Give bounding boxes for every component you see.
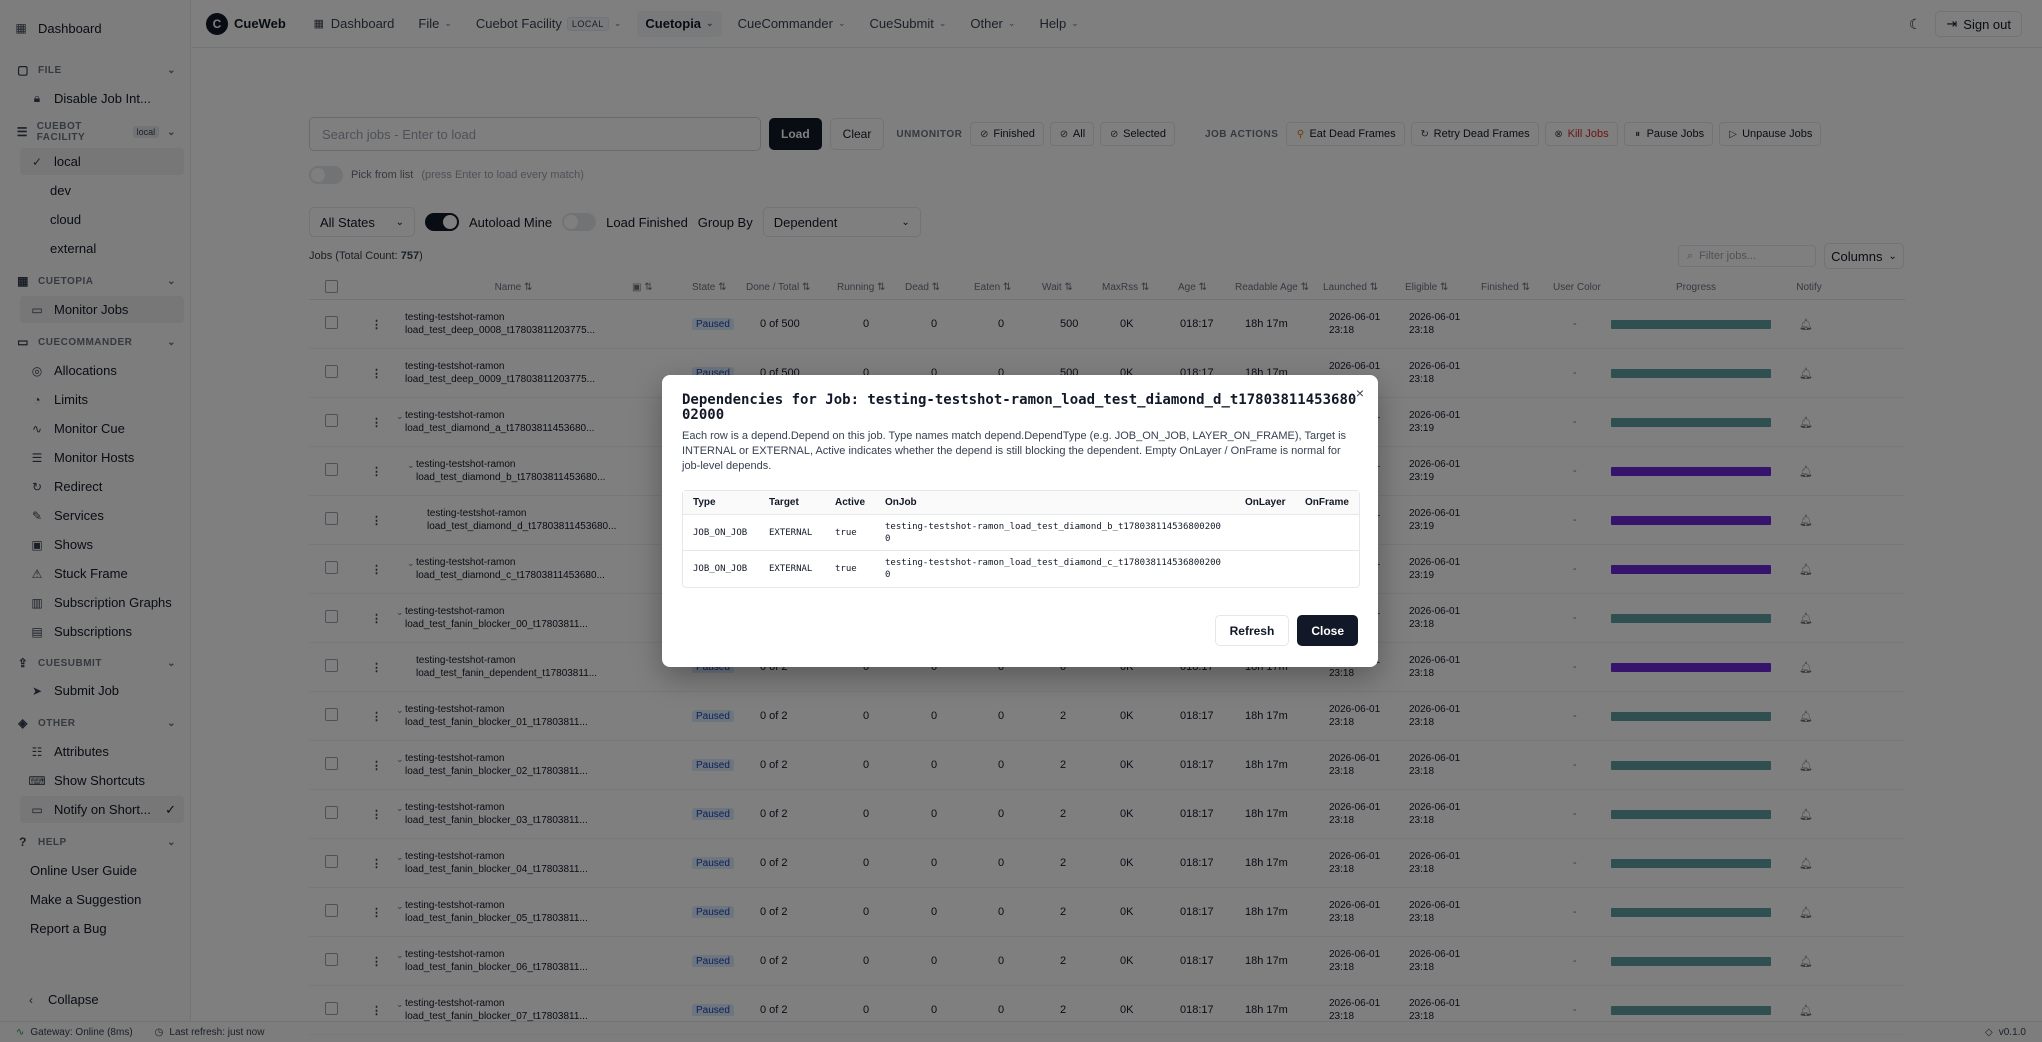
- dependencies-table: Type Target Active OnJob OnLayer OnFrame…: [682, 490, 1360, 588]
- dialog-title: Dependencies for Job: testing-testshot-r…: [682, 392, 1357, 423]
- close-button[interactable]: Close: [1297, 615, 1358, 646]
- refresh-button[interactable]: Refresh: [1214, 615, 1290, 646]
- col-onlayer: OnLayer: [1245, 497, 1286, 508]
- col-type: Type: [693, 497, 716, 508]
- dependency-row: JOB_ON_JOB EXTERNAL true testing-testsho…: [683, 515, 1359, 551]
- dependencies-table-header: Type Target Active OnJob OnLayer OnFrame: [683, 491, 1359, 515]
- col-target: Target: [769, 497, 799, 508]
- col-onframe: OnFrame: [1305, 497, 1349, 508]
- col-active: Active: [835, 497, 866, 508]
- col-onjob: OnJob: [885, 497, 917, 508]
- dependency-row: JOB_ON_JOB EXTERNAL true testing-testsho…: [693, 558, 1221, 580]
- dialog-description: Each row is a depend.Depend on this job.…: [682, 430, 1347, 472]
- dependencies-dialog: × Dependencies for Job: testing-testshot…: [662, 375, 1378, 667]
